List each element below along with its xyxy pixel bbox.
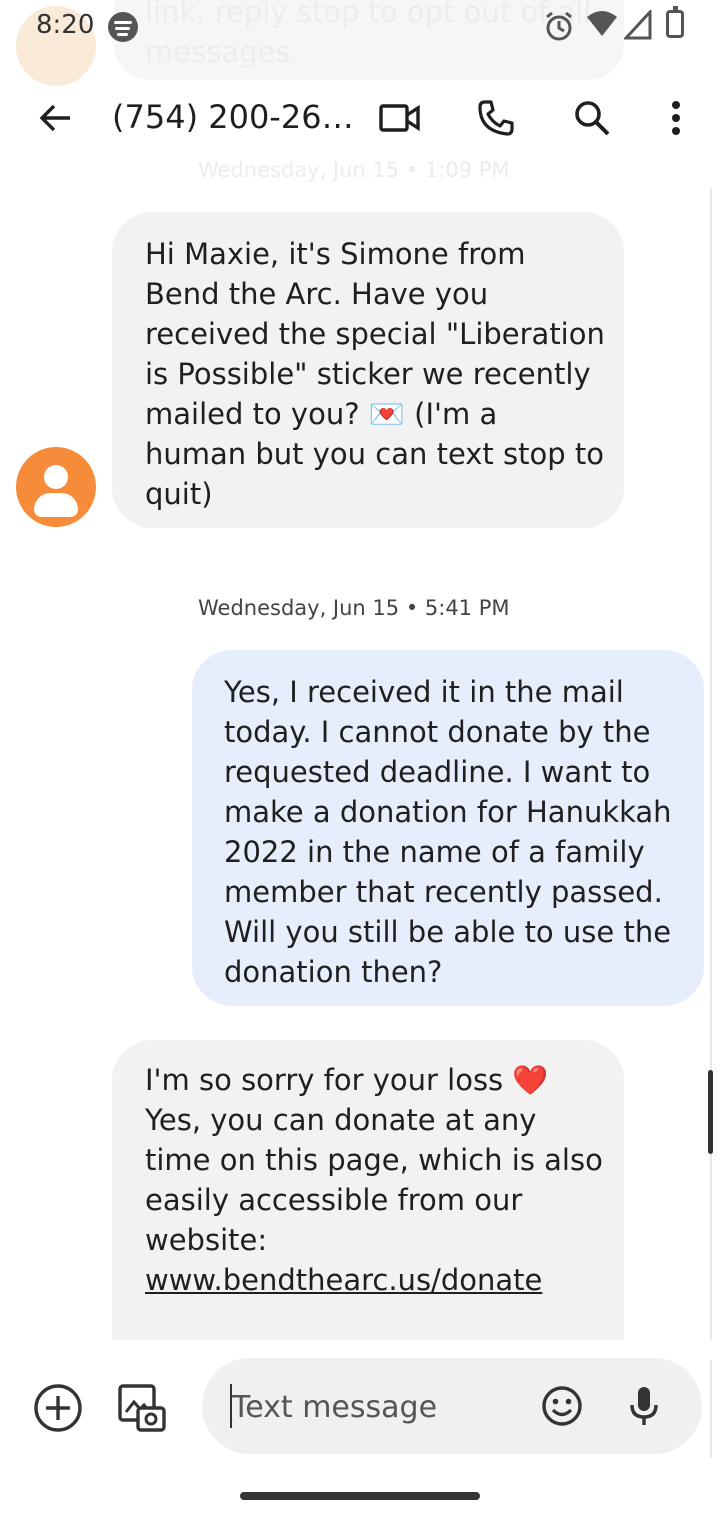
back-button[interactable]	[28, 90, 84, 146]
battery-icon	[666, 6, 684, 38]
incoming-message-bubble[interactable]: Hi Maxie, it's Simone from Bend the Arc.…	[112, 212, 624, 528]
outgoing-message-bubble[interactable]: Yes, I received it in the mail today. I …	[192, 650, 704, 1006]
message-text-part: I'm so sorry for your loss ❤️ Yes, you c…	[145, 1063, 603, 1257]
more-vert-icon	[672, 101, 680, 135]
video-call-button[interactable]	[372, 90, 428, 146]
donate-link[interactable]: www.bendthearc.us/donate	[145, 1263, 542, 1297]
timestamp: Wednesday, Jun 15 • 5:41 PM	[198, 596, 510, 620]
contact-title[interactable]: (754) 200-26…	[112, 98, 354, 136]
search-button[interactable]	[564, 90, 620, 146]
video-call-icon	[379, 104, 420, 132]
home-indicator[interactable]	[240, 1492, 480, 1500]
alarm-icon	[546, 11, 572, 41]
wifi-icon	[587, 11, 617, 36]
phone-icon	[478, 100, 514, 136]
add-circle-icon	[34, 1384, 82, 1432]
status-time: 8:20	[36, 10, 95, 40]
notification-peek-text: link, reply stop to opt out of all messa…	[145, 0, 592, 69]
voice-input-button[interactable]	[616, 1378, 672, 1434]
message-input[interactable]	[230, 1358, 524, 1456]
text-cursor	[230, 1384, 232, 1428]
gallery-button[interactable]	[114, 1380, 170, 1436]
compose-bar	[202, 1358, 702, 1456]
spotify-icon	[108, 12, 138, 42]
timestamp: Wednesday, Jun 15 • 1:09 PM	[198, 158, 510, 182]
message-text: I'm so sorry for your loss ❤️ Yes, you c…	[145, 1060, 605, 1300]
add-attachment-button[interactable]	[30, 1380, 86, 1436]
emoji-icon	[542, 1386, 582, 1426]
voice-call-button[interactable]	[468, 90, 524, 146]
signal-icon	[624, 10, 652, 40]
message-text: Yes, I received it in the mail today. I …	[224, 675, 672, 989]
search-icon	[575, 101, 610, 136]
contact-avatar[interactable]	[16, 447, 96, 527]
more-options-button[interactable]	[648, 90, 704, 146]
back-arrow-icon	[39, 104, 70, 132]
mic-icon	[630, 1387, 658, 1425]
message-text: Hi Maxie, it's Simone from Bend the Arc.…	[145, 237, 605, 511]
scroll-track	[710, 188, 712, 1458]
person-icon	[44, 465, 68, 489]
scrollbar-thumb[interactable]	[708, 1070, 713, 1154]
gallery-icon	[118, 1384, 166, 1432]
app-bar: (754) 200-26…	[0, 80, 720, 156]
emoji-button[interactable]	[534, 1378, 590, 1434]
incoming-message-bubble[interactable]: I'm so sorry for your loss ❤️ Yes, you c…	[112, 1040, 624, 1340]
